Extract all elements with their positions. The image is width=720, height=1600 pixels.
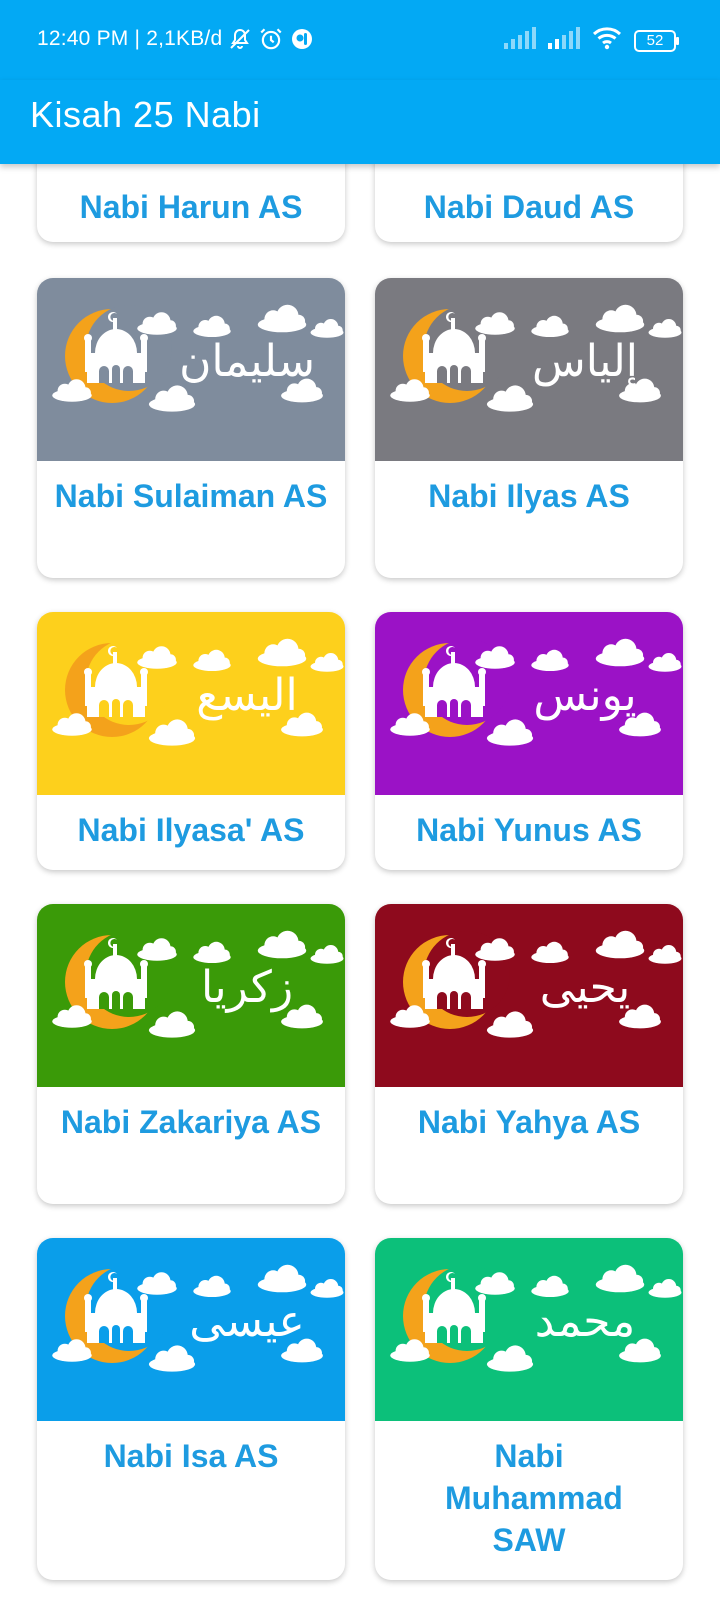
prophet-card[interactable]: محمد Nabi Muhammad SAW: [375, 1238, 683, 1580]
signal-icon-2: [548, 27, 580, 54]
arabic-name: اليسع: [196, 670, 298, 721]
signal-icon: [504, 27, 536, 54]
prophet-card[interactable]: Nabi Daud AS: [375, 164, 683, 242]
bell-off-icon: [228, 27, 252, 51]
card-title: Nabi Isa AS: [103, 1438, 279, 1474]
card-image: اليسع: [37, 612, 345, 795]
card-title: Nabi Ilyas AS: [428, 478, 630, 514]
battery-level: 52: [646, 31, 664, 49]
app-title: Kisah 25 Nabi: [30, 94, 261, 135]
prophet-card[interactable]: زكريا Nabi Zakariya AS: [37, 904, 345, 1204]
status-bar: 12:40 PM | 2,1KB/d 52: [0, 0, 720, 80]
status-left: 12:40 PM | 2,1KB/d: [37, 26, 314, 52]
card-image: يونس: [375, 612, 683, 795]
prophet-card[interactable]: إلياس Nabi Ilyas AS: [375, 278, 683, 578]
wifi-icon: [592, 26, 622, 55]
prophet-card[interactable]: يونس Nabi Yunus AS: [375, 612, 683, 870]
app-bar: Kisah 25 Nabi: [0, 80, 720, 164]
app-notification-icon: [290, 27, 314, 51]
card-image: سليمان: [37, 278, 345, 461]
status-time: 12:40 PM | 2,1KB/d: [37, 27, 223, 50]
battery-icon: 52: [634, 29, 680, 53]
alarm-icon: [258, 26, 284, 52]
prophet-card[interactable]: اليسع Nabi Ilyasa' AS: [37, 612, 345, 870]
card-image: عيسى: [37, 1238, 345, 1421]
status-right: 52: [504, 26, 680, 55]
card-title: Nabi Daud AS: [423, 189, 635, 225]
arabic-name: إلياس: [532, 336, 638, 387]
card-title: Nabi Yunus AS: [416, 812, 642, 848]
card-image: محمد: [375, 1238, 683, 1421]
arabic-name: عيسى: [189, 1296, 304, 1347]
card-title: Nabi Harun AS: [79, 189, 303, 225]
card-title: Nabi Zakariya AS: [60, 1104, 322, 1140]
arabic-name: زكريا: [201, 962, 293, 1013]
card-title: Nabi Muhammad SAW: [445, 1438, 623, 1558]
card-image: زكريا: [37, 904, 345, 1087]
card-image: يحيى: [375, 904, 683, 1087]
prophet-card[interactable]: Nabi Harun AS: [37, 164, 345, 242]
arabic-name: محمد: [535, 1296, 636, 1347]
prophet-card[interactable]: عيسى Nabi Isa AS: [37, 1238, 345, 1580]
arabic-name: يحيى: [540, 962, 631, 1013]
prophet-card[interactable]: يحيى Nabi Yahya AS: [375, 904, 683, 1204]
prophet-card[interactable]: سليمان Nabi Sulaiman AS: [37, 278, 345, 578]
card-title: Nabi Yahya AS: [417, 1104, 641, 1140]
card-title: Nabi Ilyasa' AS: [77, 812, 305, 848]
prophet-grid[interactable]: Nabi Harun AS Nabi Daud AS سليمان Nabi S…: [0, 164, 720, 1600]
card-image: إلياس: [375, 278, 683, 461]
arabic-name: يونس: [533, 670, 636, 721]
arabic-name: سليمان: [179, 336, 315, 387]
card-title: Nabi Sulaiman AS: [54, 478, 328, 514]
